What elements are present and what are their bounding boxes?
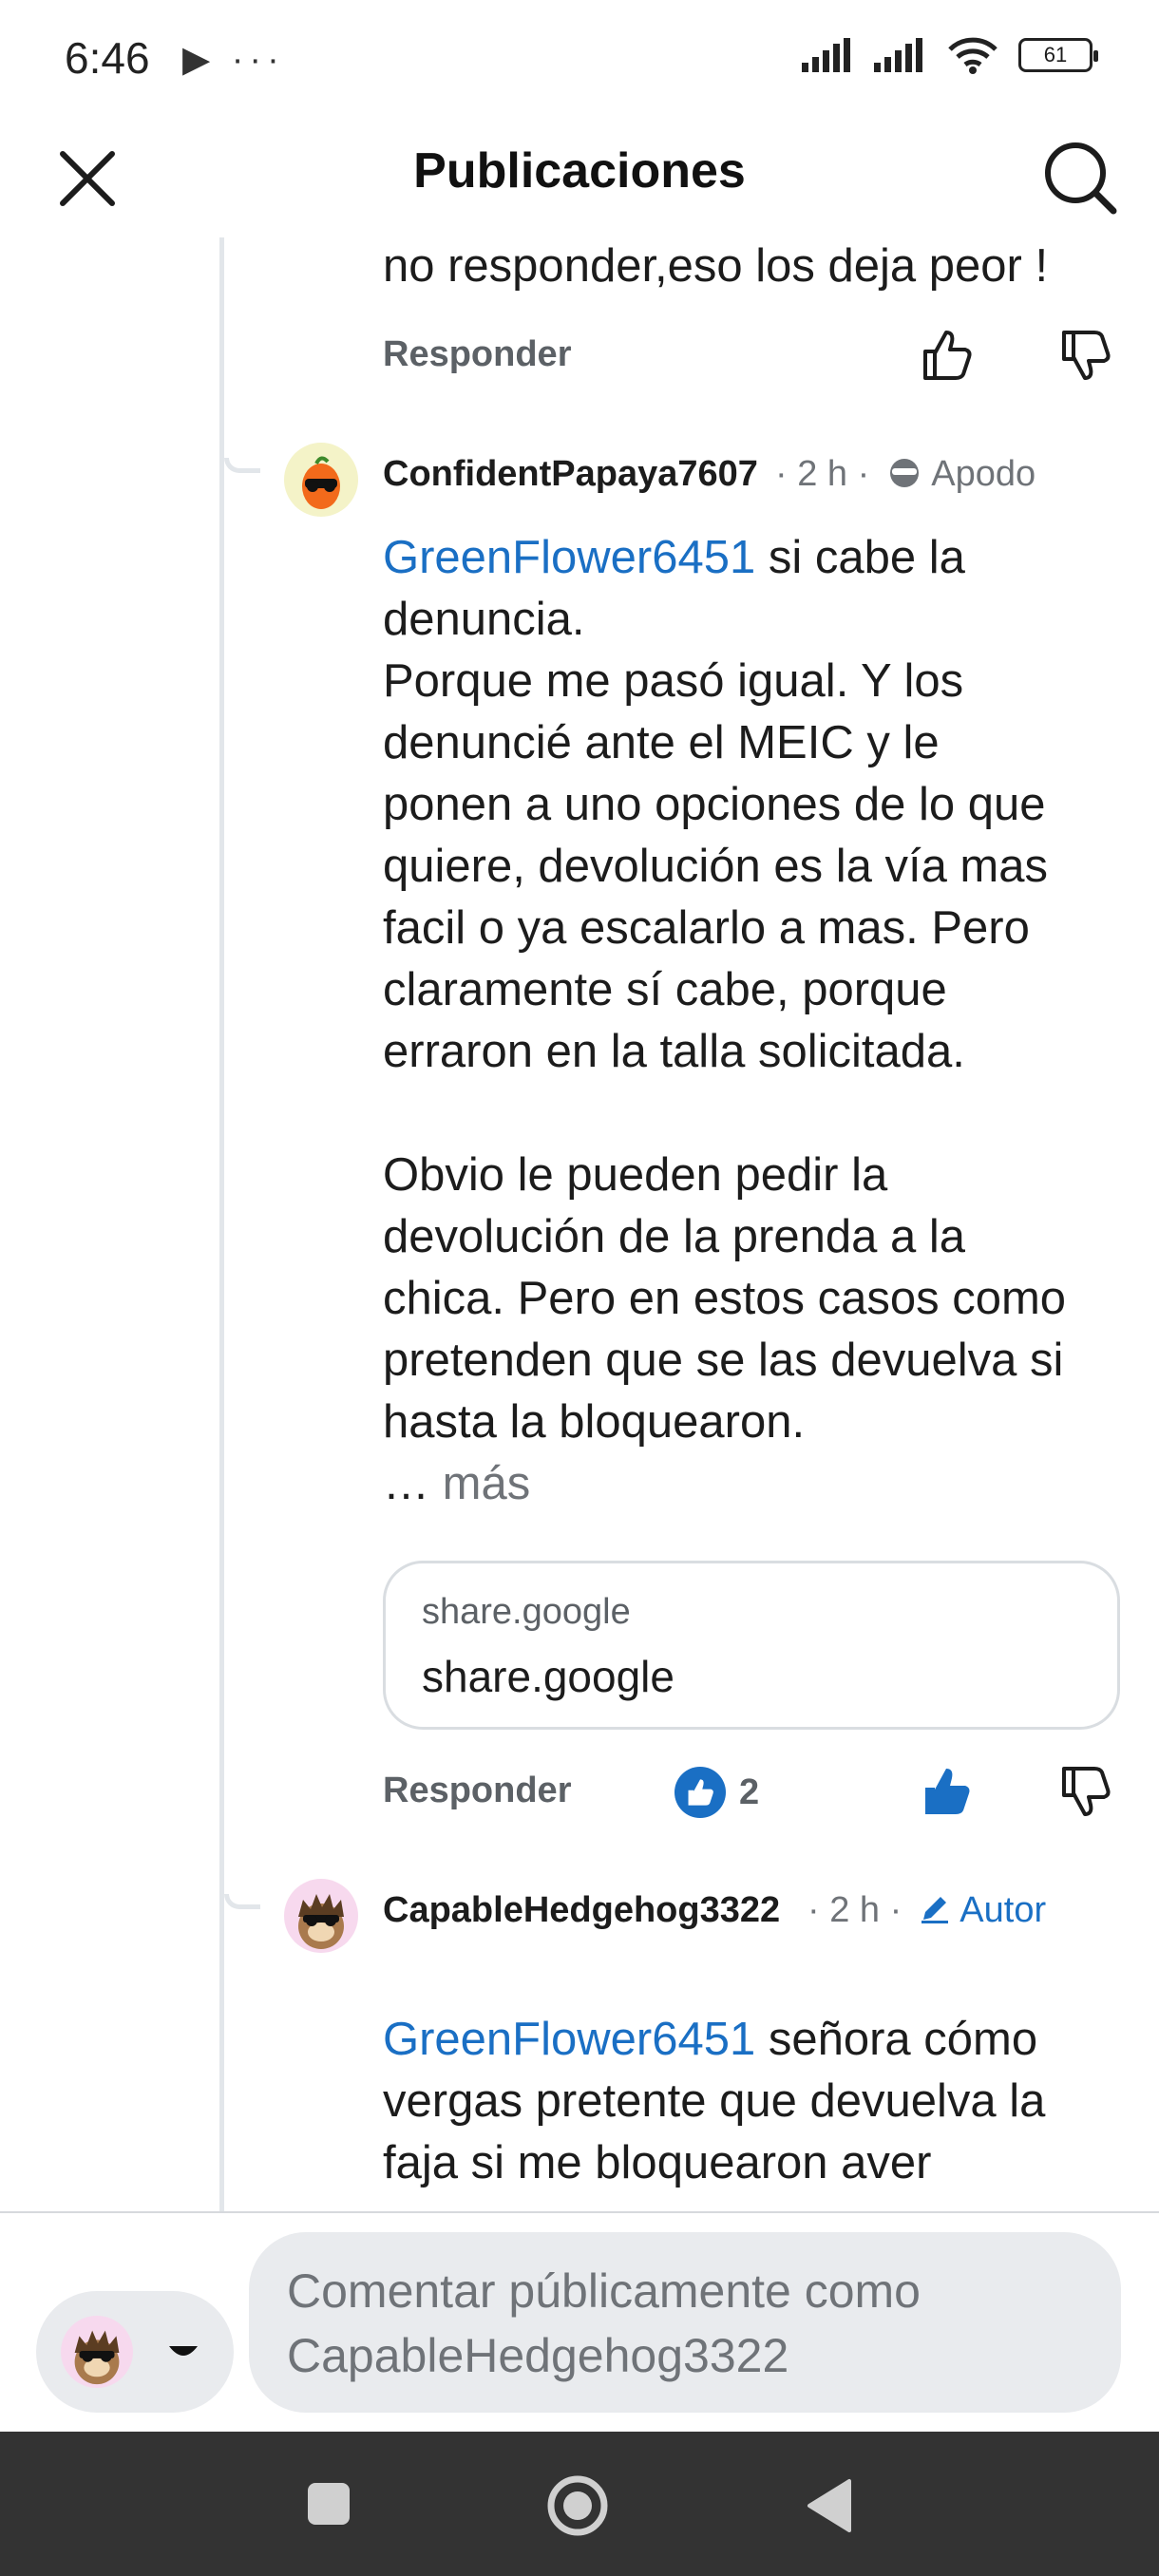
hedgehog-avatar-icon [298, 1894, 344, 1949]
thread-branch [224, 1894, 260, 1909]
comment-line: GreenFlower6451 señora cómo [383, 2014, 1038, 2065]
avatar[interactable] [284, 443, 358, 517]
comment-line: faja si me bloquearon aver [383, 2137, 932, 2188]
comment-body: GreenFlower6451 señora cómo vergas prete… [383, 2009, 1124, 2208]
account-switcher[interactable] [36, 2291, 234, 2413]
pencil-icon [921, 1897, 948, 1923]
thread-line [219, 237, 224, 2211]
comment-time: · 2 h · [808, 1890, 902, 1930]
signal-icon [802, 38, 850, 72]
page-title: Publicaciones [413, 143, 746, 199]
user-mention[interactable]: GreenFlower6451 [383, 532, 755, 583]
battery-level: 61 [1043, 43, 1068, 66]
upvote-icon-active[interactable] [918, 1763, 975, 1820]
battery-icon: 61 [1018, 38, 1098, 72]
comment-line: facil o ya escalarlo a mas. Pero [383, 902, 1030, 954]
comment-line: GreenFlower6451 si cabe la [383, 532, 965, 583]
comment-username[interactable]: ConfidentPapaya7607 [383, 454, 758, 495]
comment-input[interactable]: Comentar públicamente como CapableHedgeh… [249, 2232, 1121, 2413]
status-time: 6:46 [65, 33, 150, 83]
comment-line: vergas pretente que devuelva la [383, 2075, 1046, 2127]
comment-line: pretenden que se las devuelva si [383, 1335, 1064, 1386]
comment-time: · 2 h · [775, 454, 870, 494]
wifi-icon [948, 37, 998, 74]
comment-meta: · 2 h · Apodo [775, 454, 1036, 495]
system-navigation-bar [0, 2432, 1159, 2576]
caret-down-icon [169, 2346, 198, 2356]
upvote-count: 2 [674, 1767, 759, 1818]
status-bar: 6:46 ▶ ··· 61 [0, 0, 1159, 114]
link-preview-card[interactable]: share.google share.google [383, 1561, 1120, 1730]
comment-line: Obvio le pueden pedir la [383, 1149, 888, 1201]
downvote-icon[interactable] [1056, 1763, 1113, 1820]
comment-line [383, 1083, 1124, 1145]
comment-username[interactable]: CapableHedgehog3322 [383, 1890, 780, 1931]
signal-icon-2 [874, 38, 922, 72]
upvote-number: 2 [739, 1771, 760, 1812]
comment-line: claramente sí cabe, porque [383, 964, 947, 1015]
comment-meta: · 2 h · Autor [808, 1890, 1046, 1931]
link-title: share.google [422, 1652, 674, 1701]
status-right-icons: 61 [802, 36, 1098, 74]
comment-text-tail: no responder,eso los deja peor ! [383, 240, 1049, 292]
comment-line: hasta la bloquearon. [383, 1396, 806, 1448]
comment-line: denuncia. [383, 594, 585, 645]
avatar[interactable] [284, 1879, 358, 1953]
comment-line: erraron en la talla solicitada. [383, 1026, 965, 1077]
reply-button[interactable]: Responder [383, 334, 571, 375]
hedgehog-avatar-icon [74, 2330, 120, 2385]
comment-line: devolución de la prenda a la [383, 1211, 965, 1262]
thread-branch [224, 458, 260, 473]
downvote-icon[interactable] [1056, 327, 1113, 384]
link-domain: share.google [422, 1592, 631, 1632]
comment-line: ponen a uno opciones de lo que [383, 779, 1046, 830]
comment-line: Porque me pasó igual. Y los [383, 655, 964, 707]
papaya-avatar-icon [302, 456, 340, 509]
comment-composer: Comentar públicamente como CapableHedgeh… [0, 2211, 1159, 2434]
comment-line: … más [383, 1458, 531, 1509]
top-app-bar: Publicaciones [0, 114, 1159, 237]
comment-flair: Autor [960, 1890, 1047, 1930]
show-more-link[interactable]: más [443, 1458, 531, 1509]
search-icon[interactable] [1039, 137, 1121, 218]
comment-flair: Apodo [931, 454, 1036, 494]
comment-body: GreenFlower6451 si cabe la denuncia. Por… [383, 527, 1124, 1515]
user-mention[interactable]: GreenFlower6451 [383, 2014, 755, 2065]
home-icon[interactable] [545, 2473, 610, 2538]
upvote-badge-icon [674, 1767, 726, 1818]
comment-line: chica. Pero en estos casos como [383, 1273, 1067, 1324]
sunglasses-icon [889, 459, 919, 487]
upvote-icon[interactable] [918, 327, 975, 384]
reply-button[interactable]: Responder [383, 1771, 571, 1811]
comment-line: denuncié ante el MEIC y le [383, 717, 940, 768]
avatar [61, 2316, 133, 2388]
back-icon[interactable] [806, 2477, 853, 2534]
recents-icon[interactable] [306, 2481, 352, 2527]
comment-line: quiere, devolución es la vía mas [383, 841, 1048, 892]
status-notification-icons: ▶ ··· [182, 40, 285, 80]
